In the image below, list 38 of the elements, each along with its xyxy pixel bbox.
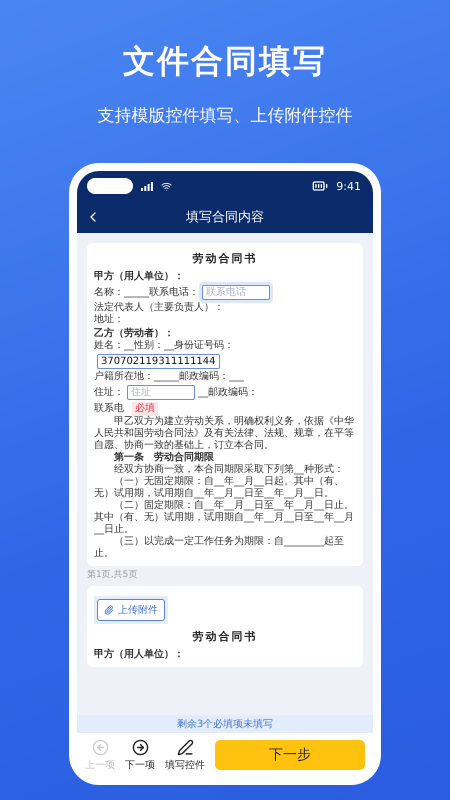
arrow-left-icon: [92, 738, 108, 756]
document-text: 姓名：__性别：__身份证号码：: [94, 340, 234, 352]
document-title: 劳动合同书: [192, 251, 258, 266]
signal-icon: [141, 182, 153, 190]
page-subtitle: 支持模版控件填写、上传附件控件: [98, 105, 352, 127]
document-text: 地址：: [94, 314, 124, 326]
document-text: 经双方协商一致，本合同期限采取下列第__种形式：: [113, 464, 344, 476]
wifi-icon: [161, 180, 172, 192]
document-text: （一）无固定期限：自__年__月__日起。其中（有、无）试用期，试用期自__年__月__日至__年__月__日。: [94, 476, 345, 500]
document-text: 法定代表人（主要负责人）：: [94, 302, 224, 314]
document-text: （二）固定期限：自__年__月__日至__年__月__日止。其中（有、无）试用期，试用期自__年__月__日至__年__月__日止。: [94, 500, 355, 536]
page-number: 第1页,共5页: [87, 568, 138, 581]
upload-button[interactable]: 上传附件: [97, 599, 165, 621]
document-text: 住址：: [94, 386, 124, 398]
document-text: （三）以完成一定工作任务为期限：自________起至止。: [94, 536, 345, 560]
document-text: 第一条 劳动合同期限: [113, 452, 214, 464]
page-title: 文件合同填写: [123, 41, 327, 82]
toolbar-button[interactable]: 下一项: [125, 738, 155, 772]
document-text: __邮政编码：: [198, 386, 258, 398]
required-tag: 必填: [132, 402, 158, 416]
document-text: 甲方（用人单位）：: [94, 649, 184, 661]
document-text: 甲乙双方为建立劳动关系，明确权利义务，依据《中华人民共和国劳动合同法》及有关法律、法规、规章，在平等自愿、协商一致的基础上，订立本合同。: [94, 416, 355, 452]
status-time: 9:41: [336, 180, 361, 192]
paperclip-icon: [104, 605, 114, 615]
document-title: 劳动合同书: [192, 629, 258, 644]
pen-icon: [176, 738, 194, 756]
required-notice: 剩余3个必填项未填写: [77, 715, 373, 733]
nav-title: 填写合同内容: [186, 209, 265, 226]
arrow-right-icon: [132, 738, 148, 756]
document-text: 名称：_____联系电话：: [94, 286, 199, 298]
camera-pill: [87, 178, 133, 194]
input-field[interactable]: 370702119311111144: [97, 354, 220, 369]
document-text: 甲方（用人单位）：: [94, 271, 184, 283]
document-text: 户籍所在地：_____邮政编码：___: [94, 371, 244, 383]
next-step-button[interactable]: 下一步: [215, 740, 365, 770]
toolbar-button[interactable]: 填写控件: [165, 738, 205, 772]
document-text: 联系电: [94, 403, 124, 415]
document-text: 乙方（劳动者）：: [94, 328, 174, 340]
